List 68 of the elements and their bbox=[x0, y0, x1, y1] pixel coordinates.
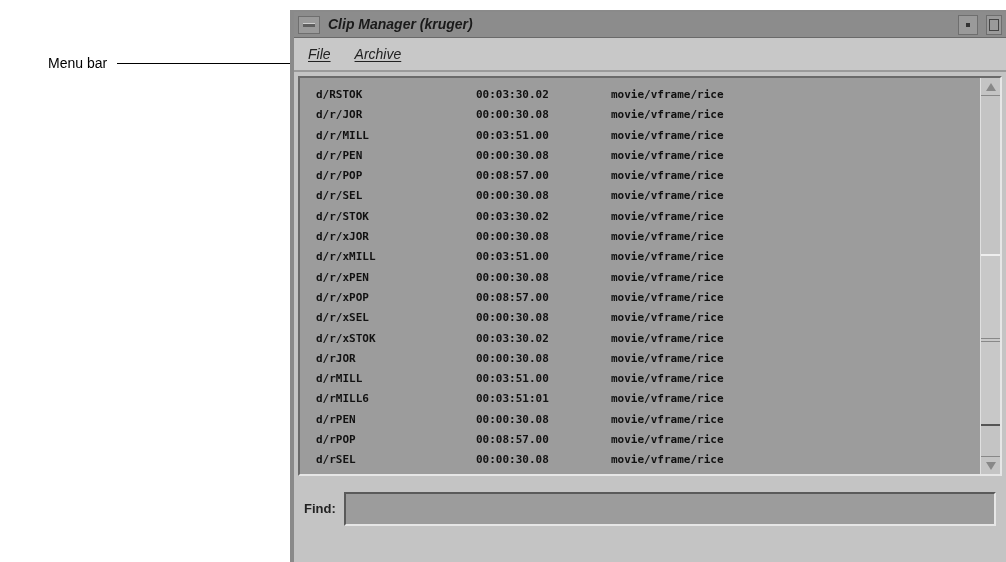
clip-duration: 00:03:51.00 bbox=[476, 249, 550, 266]
clip-path: movie/vframe/rice bbox=[611, 188, 724, 205]
window-title: Clip Manager (kruger) bbox=[328, 15, 474, 34]
clip-duration: 00:03:30.02 bbox=[476, 87, 550, 103]
clip-path: movie/vframe/rice bbox=[611, 411, 724, 428]
window-menu-button[interactable] bbox=[298, 15, 320, 34]
clip-name: d/RSTOK bbox=[316, 87, 364, 103]
clip-path: movie/vframe/rice bbox=[611, 87, 724, 103]
clip-duration: 00:00:30.08 bbox=[476, 350, 550, 367]
clip-path: movie/vframe/rice bbox=[611, 330, 724, 347]
clip-name: d/r/MILL bbox=[316, 127, 370, 144]
clip-duration: 00:03:51.00 bbox=[476, 127, 550, 144]
clip-duration: 00:08:57.00 bbox=[476, 289, 550, 306]
clip-name: d/rMILL6 bbox=[316, 391, 370, 408]
clip-path: movie/vframe/rice bbox=[611, 310, 724, 327]
clip-path: movie/vframe/rice bbox=[611, 371, 724, 388]
clip-duration: 00:03:51.00 bbox=[476, 371, 550, 388]
clip-name: d/r/SEL bbox=[316, 188, 364, 205]
clip-duration: 00:00:30.08 bbox=[476, 229, 550, 246]
clip-path: movie/vframe/rice bbox=[611, 127, 724, 144]
find-field[interactable] bbox=[343, 492, 996, 526]
clip-path: movie/vframe/rice bbox=[611, 208, 724, 225]
clip-path: movie/vframe/rice bbox=[611, 147, 724, 164]
clip-name: d/r/STOK bbox=[316, 208, 370, 225]
clip-path: movie/vframe/rice bbox=[611, 350, 724, 367]
clip-name: d/r/JOR bbox=[316, 107, 364, 124]
minimize-button[interactable] bbox=[958, 14, 978, 35]
clip-duration: 00:00:30.08 bbox=[476, 452, 550, 469]
clip-name: d/r/xJOR bbox=[316, 229, 370, 246]
clip-duration: 00:03:51:01 bbox=[476, 391, 550, 408]
clip-duration: 00:00:30.08 bbox=[476, 310, 550, 327]
clip-duration: 00:08:57.00 bbox=[476, 432, 550, 449]
clip-path: movie/vframe/rice bbox=[611, 229, 724, 246]
maximize-button[interactable] bbox=[986, 14, 1002, 35]
menu-item[interactable]: File bbox=[308, 43, 331, 65]
clip-path: movie/vframe/rice bbox=[611, 391, 724, 408]
menu-item[interactable]: Archive bbox=[354, 43, 402, 65]
clip-path: movie/vframe/rice bbox=[611, 168, 724, 185]
clip-path: movie/vframe/rice bbox=[611, 289, 724, 306]
scrollbar[interactable] bbox=[980, 78, 1000, 474]
clip-name: d/r/xSTOK bbox=[316, 330, 377, 347]
clip-name: d/rPEN bbox=[316, 411, 357, 428]
clip-duration: 00:08:57.00 bbox=[476, 168, 550, 185]
clip-name: d/r/xSEL bbox=[316, 310, 370, 327]
find-label: Find: bbox=[304, 500, 336, 519]
clip-path: movie/vframe/rice bbox=[611, 452, 724, 469]
clip-duration: 00:00:30.08 bbox=[476, 107, 550, 124]
clip-name: d/r/xMILL bbox=[316, 249, 377, 266]
clip-name: d/r/xPOP bbox=[316, 289, 370, 306]
clip-duration: 00:00:30.08 bbox=[476, 188, 550, 205]
clip-duration: 00:00:30.08 bbox=[476, 411, 550, 428]
clip-duration: 00:03:30.02 bbox=[476, 208, 550, 225]
clip-name: d/rJOR bbox=[316, 350, 357, 367]
scroll-thumb[interactable] bbox=[981, 254, 1000, 426]
clip-name: d/rSEL bbox=[316, 452, 357, 469]
clip-path: movie/vframe/rice bbox=[611, 269, 724, 286]
clip-name: d/r/PEN bbox=[316, 147, 364, 164]
clip-path: movie/vframe/rice bbox=[611, 249, 724, 266]
clip-path: movie/vframe/rice bbox=[611, 107, 724, 124]
clip-duration: 00:00:30.08 bbox=[476, 269, 550, 286]
clip-duration: 00:00:30.08 bbox=[476, 147, 550, 164]
clip-name: d/r/POP bbox=[316, 168, 364, 185]
clip-name: d/r/xPEN bbox=[316, 269, 370, 286]
clip-path: movie/vframe/rice bbox=[611, 432, 724, 449]
clip-duration: 00:03:30.02 bbox=[476, 330, 550, 347]
clip-name: d/rPOP bbox=[316, 432, 357, 449]
clip-name: d/rMILL bbox=[316, 371, 364, 388]
callout-label: Menu bar bbox=[48, 54, 108, 73]
